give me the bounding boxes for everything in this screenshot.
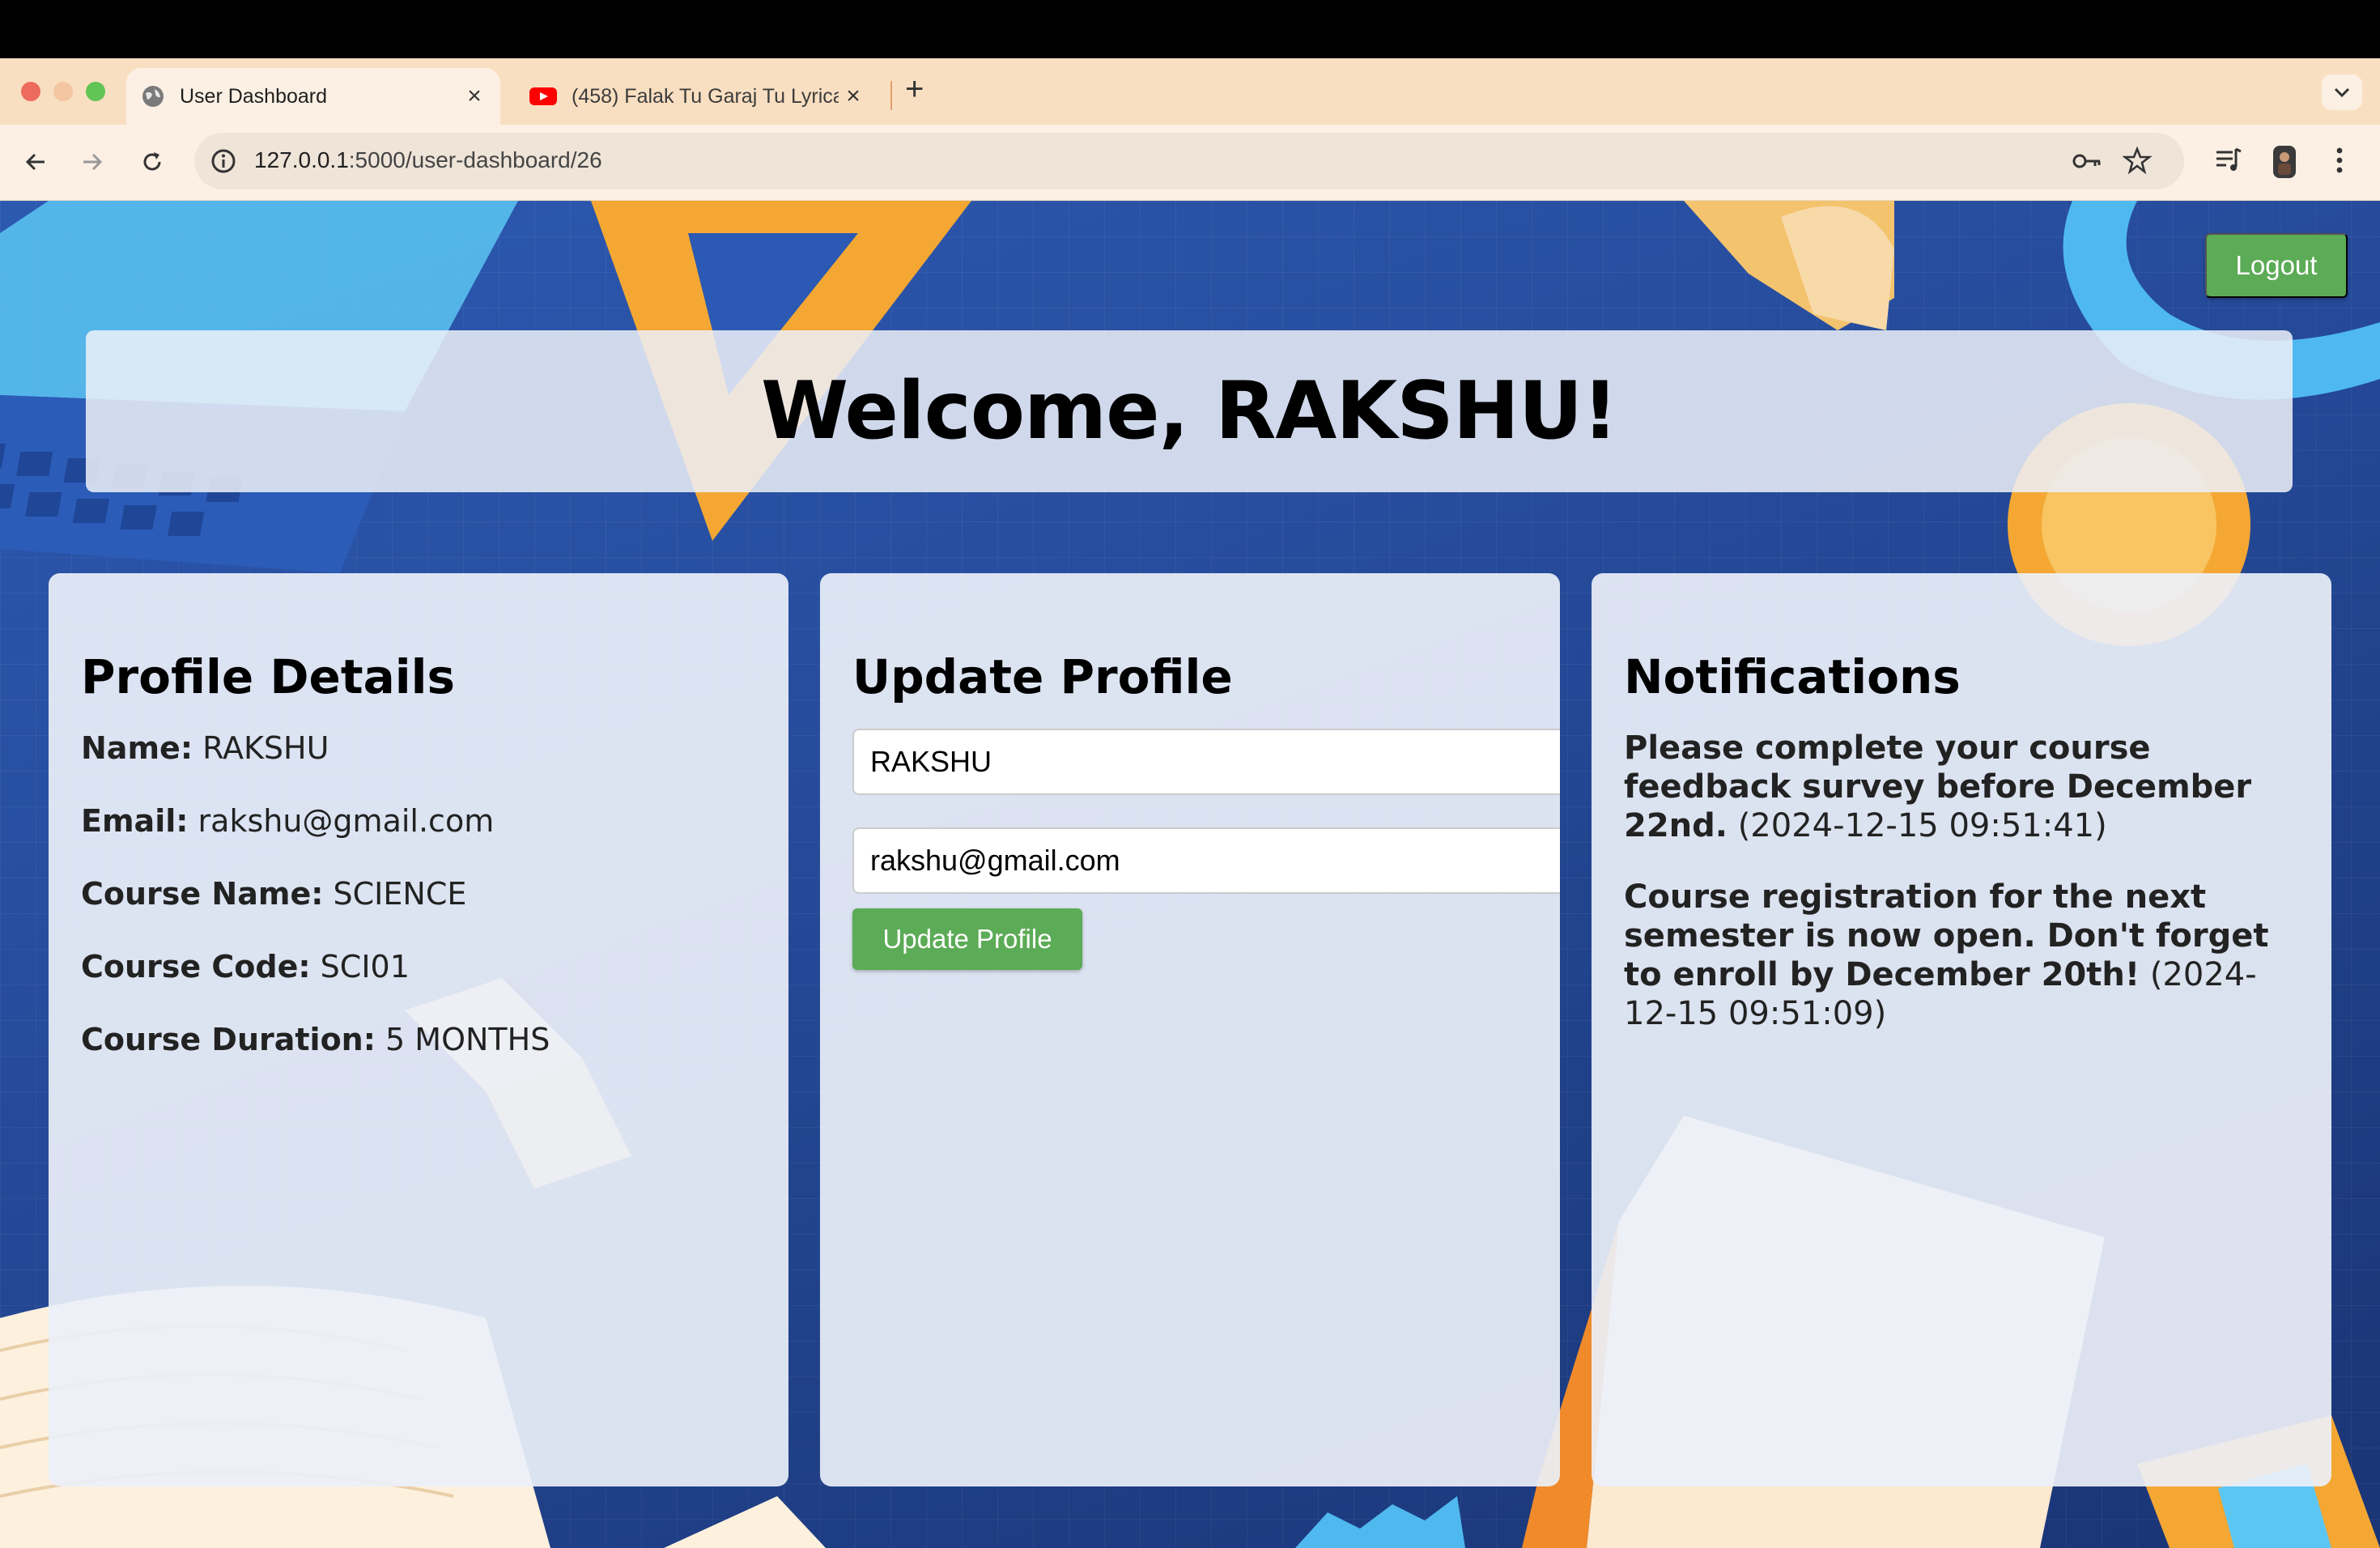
course-code-value: SCI01 — [320, 949, 410, 985]
notifications-heading: Notifications — [1624, 649, 1961, 704]
close-window-button[interactable] — [21, 82, 40, 101]
name-field[interactable] — [852, 729, 1560, 795]
reload-icon[interactable] — [134, 144, 170, 180]
menu-bar — [0, 0, 2380, 58]
url-path: :5000/user-dashboard/26 — [348, 147, 602, 172]
close-tab-icon[interactable]: × — [460, 83, 489, 110]
profile-email-row: Email: rakshu@gmail.com — [81, 802, 756, 840]
profile-details-heading: Profile Details — [81, 649, 455, 704]
tab-title: User Dashboard — [180, 84, 328, 108]
avatar[interactable] — [2270, 144, 2299, 184]
update-profile-card: Update Profile Update Profile — [820, 573, 1560, 1486]
new-tab-icon[interactable]: + — [905, 71, 924, 108]
notification-timestamp: (2024-12-15 09:51:41) — [1737, 807, 2107, 844]
tab-search-button[interactable] — [2322, 74, 2362, 110]
email-field[interactable] — [852, 827, 1560, 894]
url-host: 127.0.0.1 — [254, 147, 349, 172]
course-duration-label: Course Duration: — [81, 1022, 376, 1057]
course-name-value: SCIENCE — [333, 876, 467, 912]
address-bar[interactable]: 127.0.0.1:5000/user-dashboard/26 — [194, 133, 2184, 189]
site-info-icon[interactable] — [209, 147, 238, 180]
media-controls-icon[interactable] — [2213, 144, 2242, 181]
course-code-label: Course Code: — [81, 949, 311, 985]
profile-course-name-row: Course Name: SCIENCE — [81, 874, 756, 913]
minimize-window-button[interactable] — [53, 82, 73, 101]
dashboard-page: Logout Welcome, RAKSHU! Profile Details … — [0, 201, 2380, 1548]
globe-icon — [141, 84, 165, 108]
tab-user-dashboard[interactable]: User Dashboard × — [126, 68, 500, 125]
course-duration-value: 5 MONTHS — [385, 1022, 550, 1057]
welcome-banner: Welcome, RAKSHU! — [86, 330, 2293, 492]
maximize-window-button[interactable] — [86, 82, 105, 101]
tab-divider — [890, 81, 892, 110]
name-value: RAKSHU — [202, 730, 329, 766]
logout-button[interactable]: Logout — [2205, 233, 2348, 298]
tab-youtube[interactable]: (458) Falak Tu Garaj Tu Lyrica × — [515, 68, 879, 125]
url-text: 127.0.0.1:5000/user-dashboard/26 — [254, 147, 602, 173]
course-name-label: Course Name: — [81, 876, 324, 912]
key-icon[interactable] — [2071, 148, 2103, 178]
page-title: Welcome, RAKSHU! — [760, 365, 1618, 457]
bookmark-star-icon[interactable] — [2122, 146, 2153, 179]
chevron-down-icon — [2334, 87, 2350, 98]
profile-course-code-row: Course Code: SCI01 — [81, 947, 756, 986]
youtube-icon — [529, 86, 557, 107]
email-value: rakshu@gmail.com — [198, 803, 495, 839]
name-label: Name: — [81, 730, 193, 766]
close-tab-icon[interactable]: × — [839, 83, 868, 110]
email-label: Email: — [81, 803, 189, 839]
update-profile-button[interactable]: Update Profile — [852, 908, 1082, 970]
forward-icon[interactable] — [74, 144, 110, 180]
notification-item: Please complete your course feedback sur… — [1624, 729, 2299, 845]
browser-menu-icon[interactable] — [2331, 144, 2348, 181]
profile-course-duration-row: Course Duration: 5 MONTHS — [81, 1020, 756, 1059]
notifications-card: Notifications Please complete your cours… — [1592, 573, 2331, 1486]
tab-title: (458) Falak Tu Garaj Tu Lyrica — [572, 84, 839, 108]
profile-details-card: Profile Details Name: RAKSHU Email: raks… — [49, 573, 788, 1486]
update-profile-heading: Update Profile — [852, 649, 1233, 704]
back-icon[interactable] — [18, 144, 53, 180]
profile-name-row: Name: RAKSHU — [81, 729, 756, 768]
notification-item: Course registration for the next semeste… — [1624, 878, 2299, 1033]
